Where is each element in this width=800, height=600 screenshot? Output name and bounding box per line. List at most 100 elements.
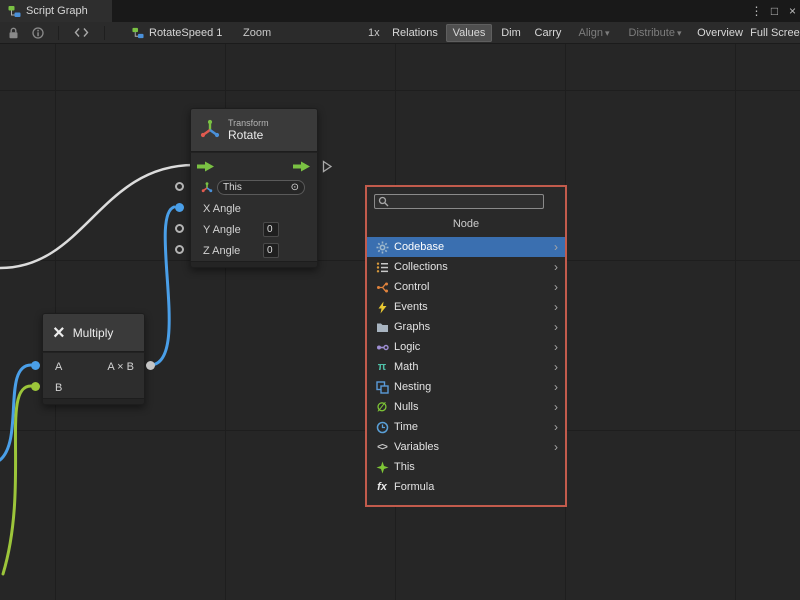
chevron-right-icon: › bbox=[554, 340, 558, 354]
chevron-down-icon: ▾ bbox=[605, 28, 610, 38]
multiply-b-input-port[interactable] bbox=[31, 382, 40, 391]
rotate-node-header[interactable]: Transform Rotate bbox=[190, 108, 318, 152]
node-footer bbox=[190, 262, 318, 268]
port-row-b: B bbox=[43, 377, 144, 398]
chevron-right-icon: › bbox=[554, 240, 558, 254]
multiply-node-body: A A × B B bbox=[42, 352, 145, 399]
clock-icon bbox=[374, 421, 390, 434]
object-picker-icon[interactable]: ⊙ bbox=[291, 182, 299, 193]
window-tab-bar: Script Graph ⋮ □ × bbox=[0, 0, 800, 22]
graph-toolbar: RotateSpeed 1 Zoom 1x Relations Values D… bbox=[0, 22, 800, 44]
gear-icon bbox=[374, 241, 390, 254]
toolbar-separator bbox=[104, 26, 105, 40]
chevron-right-icon: › bbox=[554, 440, 558, 454]
overview-button[interactable]: Overview bbox=[692, 24, 748, 42]
pi-icon: π bbox=[374, 361, 390, 374]
port-row-y-angle: Y Angle bbox=[191, 219, 317, 240]
target-object-field[interactable]: This ⊙ bbox=[217, 180, 305, 195]
star-icon bbox=[374, 461, 390, 474]
finder-item-formula[interactable]: fx Formula bbox=[367, 477, 565, 497]
finder-item-graphs[interactable]: Graphs › bbox=[367, 317, 565, 337]
toolbar-separator bbox=[58, 26, 59, 40]
y-angle-field[interactable] bbox=[263, 222, 279, 237]
maximize-icon[interactable]: □ bbox=[766, 0, 783, 22]
input-b-wire[interactable] bbox=[3, 386, 31, 574]
brackets-icon: <> bbox=[374, 441, 390, 454]
flow-continuation-icon[interactable] bbox=[322, 160, 333, 178]
nesting-icon bbox=[374, 381, 390, 394]
chevron-right-icon: › bbox=[554, 260, 558, 274]
graph-canvas[interactable]: Transform Rotate bbox=[0, 44, 800, 600]
distribute-dropdown[interactable]: Distribute▾ bbox=[621, 24, 689, 42]
values-button[interactable]: Values bbox=[446, 24, 492, 42]
port-label: A bbox=[55, 361, 62, 373]
node-title: Multiply bbox=[73, 326, 114, 340]
graph-asset-icon bbox=[132, 27, 144, 39]
output-label: A × B bbox=[107, 361, 134, 373]
node-multiply[interactable]: × Multiply A A × B B bbox=[42, 313, 145, 405]
graph-breadcrumb[interactable]: RotateSpeed 1 bbox=[149, 27, 222, 39]
finder-item-logic[interactable]: Logic › bbox=[367, 337, 565, 357]
y-angle-input-port[interactable] bbox=[175, 224, 184, 233]
lock-icon[interactable] bbox=[8, 27, 19, 39]
info-icon[interactable] bbox=[32, 27, 44, 39]
lightning-icon bbox=[374, 301, 390, 314]
chevron-right-icon: › bbox=[554, 380, 558, 394]
finder-item-nulls[interactable]: ∅ Nulls › bbox=[367, 397, 565, 417]
finder-item-events[interactable]: Events › bbox=[367, 297, 565, 317]
multiply-node-header[interactable]: × Multiply bbox=[42, 313, 145, 352]
search-input[interactable] bbox=[391, 196, 540, 207]
finder-item-codebase[interactable]: Codebase › bbox=[367, 237, 565, 257]
full-screen-button[interactable]: Full Screen bbox=[748, 24, 800, 42]
finder-item-math[interactable]: π Math › bbox=[367, 357, 565, 377]
align-dropdown[interactable]: Align▾ bbox=[571, 24, 617, 42]
relations-button[interactable]: Relations bbox=[388, 24, 442, 42]
finder-item-this[interactable]: This bbox=[367, 457, 565, 477]
null-icon: ∅ bbox=[374, 401, 390, 414]
chevron-right-icon: › bbox=[554, 280, 558, 294]
tab-script-graph[interactable]: Script Graph bbox=[0, 0, 112, 22]
close-icon[interactable]: × bbox=[784, 0, 800, 22]
target-value: This bbox=[223, 182, 242, 193]
folder-icon bbox=[374, 321, 390, 334]
finder-item-nesting[interactable]: Nesting › bbox=[367, 377, 565, 397]
finder-item-collections[interactable]: Collections › bbox=[367, 257, 565, 277]
z-angle-field[interactable] bbox=[263, 243, 279, 258]
node-transform-rotate[interactable]: Transform Rotate bbox=[190, 108, 318, 268]
chevron-down-icon: ▾ bbox=[677, 28, 682, 38]
rotate-node-body: This ⊙ X Angle Y Angle Z Angle bbox=[190, 152, 318, 262]
x-angle-input-port[interactable] bbox=[175, 203, 184, 212]
port-row-x-angle: X Angle bbox=[191, 198, 317, 219]
port-label: Y Angle bbox=[203, 224, 241, 236]
flow-output-arrow-icon[interactable] bbox=[293, 161, 311, 172]
port-row-a: A A × B bbox=[43, 356, 144, 377]
node-finder-popup: Node Codebase › Collections › Control › bbox=[365, 185, 567, 507]
search-icon bbox=[378, 196, 389, 207]
multiply-output-port[interactable] bbox=[146, 361, 155, 370]
carry-button[interactable]: Carry bbox=[529, 24, 567, 42]
multiply-a-input-port[interactable] bbox=[31, 361, 40, 370]
list-icon bbox=[374, 261, 390, 274]
z-angle-input-port[interactable] bbox=[175, 245, 184, 254]
dim-button[interactable]: Dim bbox=[496, 24, 526, 42]
formula-icon: fx bbox=[374, 481, 390, 494]
chevron-right-icon: › bbox=[554, 300, 558, 314]
chevron-right-icon: › bbox=[554, 400, 558, 414]
tab-title: Script Graph bbox=[26, 5, 88, 17]
code-brackets-icon[interactable] bbox=[74, 27, 89, 38]
finder-item-control[interactable]: Control › bbox=[367, 277, 565, 297]
finder-search-box[interactable] bbox=[374, 194, 544, 209]
flow-input-arrow-icon[interactable] bbox=[197, 161, 215, 172]
script-graph-icon bbox=[8, 5, 21, 18]
window-menu-icon[interactable]: ⋮ bbox=[748, 0, 765, 22]
node-title: Rotate bbox=[228, 128, 269, 142]
node-footer bbox=[42, 399, 145, 405]
finder-list: Codebase › Collections › Control › Event… bbox=[367, 237, 565, 497]
finder-item-time[interactable]: Time › bbox=[367, 417, 565, 437]
finder-item-variables[interactable]: <> Variables › bbox=[367, 437, 565, 457]
zoom-value: 1x bbox=[368, 27, 380, 39]
finder-header: Node bbox=[367, 218, 565, 230]
multiply-to-xangle-wire[interactable] bbox=[150, 207, 174, 365]
this-input-port[interactable] bbox=[175, 182, 184, 191]
port-row-z-angle: Z Angle bbox=[191, 240, 317, 261]
